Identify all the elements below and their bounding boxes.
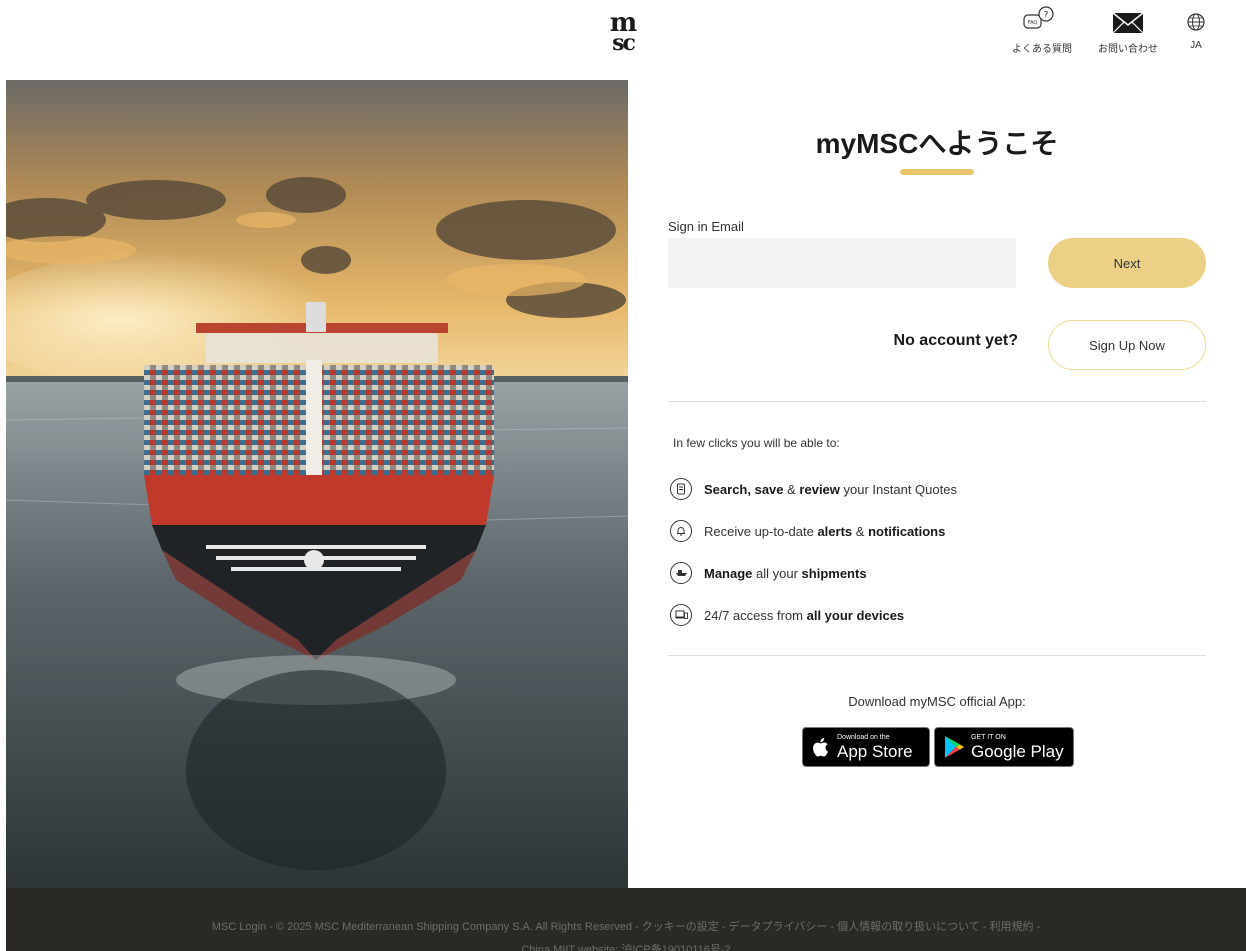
feature-item: Receive up-to-date alerts & notification… [670, 510, 957, 552]
page-title: myMSCへようこそ [815, 128, 1059, 159]
sign-up-button[interactable]: Sign Up Now [1048, 320, 1206, 370]
container-ship-illustration [6, 80, 628, 888]
google-play-badge[interactable]: GET IT ON Google Play [934, 727, 1074, 767]
google-play-big: Google Play [971, 741, 1064, 761]
feature-item: 24/7 access from all your devices [670, 594, 957, 636]
language-label: JA [1190, 40, 1202, 51]
svg-text:?: ? [1044, 11, 1049, 21]
divider-bottom [668, 655, 1206, 656]
msc-logo[interactable]: m sc [597, 10, 649, 60]
svg-text:FAQ: FAQ [1028, 20, 1038, 26]
download-label: Download myMSC official App: [848, 694, 1026, 709]
mail-icon [1112, 12, 1144, 34]
login-panel: myMSCへようこそ Sign in Email Next No account… [628, 80, 1246, 888]
faq-link[interactable]: FAQ ? よくある質問 [1012, 6, 1072, 55]
next-button[interactable]: Next [1048, 238, 1206, 288]
hero-image [6, 80, 628, 888]
google-play-text: GET IT ON Google Play [971, 734, 1064, 761]
logo-line2: sc [612, 30, 636, 56]
language-selector[interactable]: JA [1178, 6, 1214, 51]
app-store-big: App Store [837, 741, 913, 761]
features-intro: In few clicks you will be able to: [673, 436, 840, 450]
feature-text: 24/7 access from all your devices [704, 607, 905, 623]
contact-label: お問い合わせ [1098, 44, 1158, 55]
feature-text: Search, save & review your Instant Quote… [704, 481, 957, 497]
google-play-icon [945, 736, 964, 758]
features-list: Search, save & review your Instant Quote… [670, 468, 957, 636]
globe-icon [1187, 13, 1205, 31]
ship-icon [670, 562, 692, 584]
email-label: Sign in Email [668, 219, 744, 234]
feature-item: Search, save & review your Instant Quote… [670, 468, 957, 510]
bell-icon [670, 520, 692, 542]
apple-icon [813, 737, 828, 757]
footer-china-text[interactable]: China MIIT website: 沪ICP备19010116号-2 [6, 941, 1246, 951]
feature-text: Manage all your shipments [704, 565, 867, 581]
faq-label: よくある質問 [1012, 44, 1072, 55]
site-footer: MSC Login - © 2025 MSC Mediterranean Shi… [6, 888, 1246, 951]
devices-icon [670, 604, 692, 626]
divider-top [668, 401, 1206, 402]
feature-item: Manage all your shipments [670, 552, 957, 594]
feature-text: Receive up-to-date alerts & notification… [704, 523, 946, 539]
app-store-badge[interactable]: Download on the App Store [802, 727, 930, 767]
footer-links[interactable]: MSC Login - © 2025 MSC Mediterranean Shi… [6, 918, 1246, 934]
contact-link[interactable]: お問い合わせ [1096, 6, 1160, 55]
title-accent-bar [900, 169, 974, 175]
app-store-small: Download on the [837, 733, 890, 741]
google-play-small: GET IT ON [971, 733, 1006, 741]
no-account-text: No account yet? [893, 332, 1018, 349]
quote-icon [670, 478, 692, 500]
site-header: m sc FAQ ? よくある質問 お問い合わせ JA [0, 0, 1246, 78]
email-input[interactable] [668, 238, 1016, 288]
faq-icon: FAQ ? [1023, 6, 1054, 29]
app-store-text: Download on the App Store [837, 734, 913, 761]
